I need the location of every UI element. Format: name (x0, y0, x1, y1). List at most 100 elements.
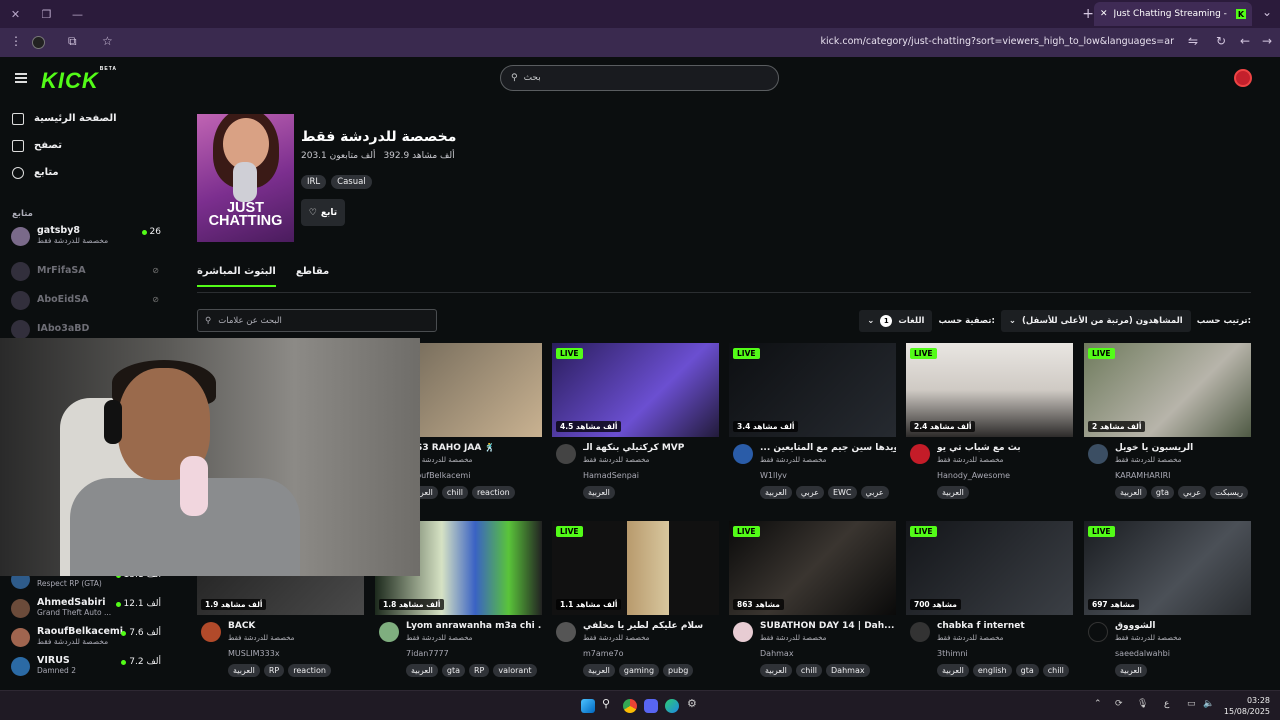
volume-icon[interactable]: 🔈 (1203, 699, 1217, 713)
stream-tag[interactable]: العربية (937, 664, 969, 677)
back-icon[interactable]: ← (1240, 34, 1250, 48)
stream-tag[interactable]: gta (441, 664, 465, 677)
kick-logo[interactable]: KICKBETA (41, 66, 116, 94)
stream-thumbnail[interactable]: LIVE 700 مشاهد (906, 521, 1073, 615)
stream-title[interactable]: سلام عليكم لطير يا مخلفي (583, 621, 719, 631)
microphone-icon[interactable]: 🎙 (1137, 699, 1151, 713)
address-bar[interactable]: kick.com/category/just-chatting?sort=vie… (821, 36, 1175, 47)
system-clock[interactable]: 03:28 15/08/2025 (1224, 695, 1270, 717)
network-icon[interactable]: ▭ (1187, 699, 1201, 713)
stream-card[interactable]: LIVE 4.5 ألف مشاهد كركتيلي بنكهة الـ MVP… (552, 343, 719, 505)
followed-channel[interactable]: AboEidSA ⊘ (11, 286, 161, 314)
sidebar-item-browse[interactable]: تصفح (0, 132, 62, 159)
search-icon[interactable]: ⚲ (602, 697, 616, 711)
streamer-name[interactable]: Dahmax (760, 649, 794, 658)
stream-tag[interactable]: reaction (472, 486, 515, 499)
site-settings-icon[interactable]: ⇋ (1188, 34, 1198, 48)
bookmark-star-icon[interactable]: ☆ (102, 34, 113, 48)
stream-thumbnail[interactable]: LIVE 1.1 ألف مشاهد (552, 521, 719, 615)
stream-title[interactable]: Lyom anrawanha m3a chi ... (406, 621, 542, 631)
new-tab-button[interactable]: + (1082, 6, 1094, 22)
stream-tag[interactable]: العربية (406, 664, 438, 677)
followed-channel[interactable]: RaoufBelkacemi مخصصة للدردشة فقط 7.6 ألف (11, 623, 161, 651)
sync-icon[interactable]: ⟳ (1115, 699, 1129, 713)
stream-tag[interactable]: العربية (1115, 486, 1147, 499)
stream-card[interactable]: LIVE 700 مشاهد chabka f internet مخصصة ل… (906, 521, 1073, 683)
category-tag[interactable]: Casual (331, 175, 372, 189)
stream-tag[interactable]: chill (795, 664, 823, 677)
extensions-icon[interactable]: ⧉ (68, 34, 77, 49)
sort-dropdown[interactable]: ⌄ المشاهدون (مرتبة من الأعلى للأسفل) (1000, 310, 1191, 332)
stream-title[interactable]: WS3 RAHO JAA 🕺 (406, 443, 542, 453)
followed-channel[interactable]: AhmedSabiri Grand Theft Auto ... 12.1 ألف (11, 594, 161, 622)
stream-title[interactable]: chabka f internet (937, 621, 1073, 631)
follow-category-button[interactable]: ♡ تابع (301, 199, 345, 226)
chrome-icon[interactable] (623, 699, 637, 713)
category-tag[interactable]: IRL (301, 175, 327, 189)
streamer-name[interactable]: MUSLIM333x (228, 649, 280, 658)
stream-title[interactable]: ... الدوري ويدها سين جيم مع المتابعين (760, 443, 896, 453)
tab-clips[interactable]: مقاطع (296, 266, 329, 287)
stream-tag[interactable]: RP (469, 664, 490, 677)
stream-thumbnail[interactable]: LIVE 2.4 ألف مشاهد (906, 343, 1073, 437)
stream-tag[interactable]: عربي (860, 486, 889, 499)
user-avatar[interactable] (1234, 69, 1252, 87)
start-icon[interactable] (581, 699, 595, 713)
search-input[interactable]: ⚲ بحث (500, 65, 779, 91)
stream-tag[interactable]: gta (1015, 664, 1039, 677)
stream-category[interactable]: مخصصة للدردشة فقط (760, 456, 826, 464)
stream-tag[interactable]: gta (1150, 486, 1174, 499)
restore-window-icon[interactable]: ❐ (31, 0, 62, 28)
stream-category[interactable]: مخصصة للدردشة فقط (583, 456, 649, 464)
stream-tag[interactable]: RP (263, 664, 285, 677)
stream-tag[interactable]: chill (441, 486, 469, 499)
stream-card[interactable]: LIVE 2.4 ألف مشاهد بث مع شباب تي يو مخصص… (906, 343, 1073, 505)
followed-channel[interactable]: VIRUS Damned 2 7.2 ألف (11, 652, 161, 680)
stream-tag[interactable]: عربي (1178, 486, 1207, 499)
stream-thumbnail[interactable]: LIVE 863 مشاهد (729, 521, 896, 615)
tab-live-streams[interactable]: البثوث المباشرة (197, 266, 276, 287)
stream-tag[interactable]: العربية (228, 664, 260, 677)
streamer-name[interactable]: m7ame7o (583, 649, 623, 658)
stream-card[interactable]: LIVE 863 مشاهد SUBATHON DAY 14 | Dah... … (729, 521, 896, 683)
stream-thumbnail[interactable]: LIVE 2 ألف مشاهد (1084, 343, 1251, 437)
close-tab-icon[interactable]: ✕ (1100, 9, 1108, 19)
streamer-name[interactable]: HamadSenpai (583, 471, 639, 480)
reload-icon[interactable]: ↻ (1216, 34, 1226, 48)
profile-icon[interactable] (32, 36, 45, 49)
stream-tag[interactable]: العربية (937, 486, 969, 499)
stream-card[interactable]: LIVE 2 ألف مشاهد الريسبون يا خويل مخصصة … (1084, 343, 1251, 505)
stream-tag[interactable]: ريسبكت (1210, 486, 1249, 499)
stream-card[interactable]: LIVE 1.1 ألف مشاهد سلام عليكم لطير يا مخ… (552, 521, 719, 683)
sidebar-item-following[interactable]: متابع (0, 159, 59, 186)
stream-title[interactable]: بث مع شباب تي يو (937, 443, 1073, 453)
stream-tag[interactable]: العربية (583, 486, 615, 499)
stream-tag[interactable]: english (972, 664, 1012, 677)
tag-search-input[interactable]: ⚲ البحث عن علامات (197, 309, 437, 332)
settings-gear-icon[interactable]: ⚙ (687, 697, 701, 711)
stream-tag[interactable]: gaming (618, 664, 660, 677)
stream-tag[interactable]: pubg (663, 664, 694, 677)
streamer-name[interactable]: W1llyv (760, 471, 787, 480)
stream-tag[interactable]: valorant (493, 664, 537, 677)
streamer-name[interactable]: saeedalwahbi (1115, 649, 1170, 658)
language-filter-dropdown[interactable]: ⌄ 1 اللغات (859, 310, 933, 332)
stream-category[interactable]: مخصصة للدردشة فقط (1115, 634, 1181, 642)
close-window-icon[interactable]: ✕ (0, 0, 31, 28)
stream-tag[interactable]: العربية (1115, 664, 1147, 677)
minimize-window-icon[interactable]: — (62, 0, 93, 28)
followed-channel[interactable]: gatsby8 مخصصة للدردشة فقط 26 (11, 222, 161, 250)
stream-tag[interactable]: chill (1042, 664, 1069, 677)
stream-category[interactable]: مخصصة للدردشة فقط (406, 634, 472, 642)
hamburger-menu-icon[interactable] (15, 73, 27, 83)
stream-thumbnail[interactable]: LIVE 4.5 ألف مشاهد (552, 343, 719, 437)
stream-tag[interactable]: Dahmax (826, 664, 870, 677)
stream-category[interactable]: مخصصة للدردشة فقط (937, 456, 1003, 464)
streamer-name[interactable]: KARAMHARIRI (1115, 471, 1171, 480)
stream-card[interactable]: LIVE 3.4 ألف مشاهد ... الدوري ويدها سين … (729, 343, 896, 505)
edge-icon[interactable] (665, 699, 679, 713)
forward-icon[interactable]: → (1262, 34, 1272, 48)
stream-category[interactable]: مخصصة للدردشة فقط (937, 634, 1003, 642)
stream-tag[interactable]: EWC (827, 486, 857, 499)
input-language-indicator[interactable]: ع (1164, 699, 1178, 713)
